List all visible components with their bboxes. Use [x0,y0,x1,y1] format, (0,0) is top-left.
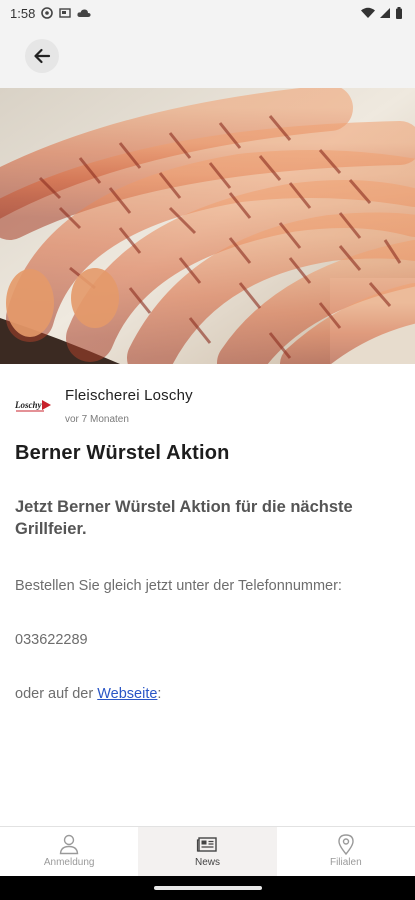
post-lead: Jetzt Berner Würstel Aktion für die näch… [15,498,353,538]
loschy-logo: Loschy [14,400,51,412]
status-left: 1:58 [10,6,91,21]
screenshot-status-icon [59,8,72,18]
website-link[interactable]: Webseite [97,686,157,702]
home-gesture-handle[interactable] [154,886,262,890]
settings-status-icon [41,7,54,19]
app-bar [0,26,415,88]
system-gesture-bar [0,876,415,900]
battery-icon [396,7,402,19]
hero-image [0,88,415,364]
status-bar: 1:58 [0,0,415,26]
status-right [361,7,403,19]
post-paragraph-order: Bestellen Sie gleich jetzt unter der Tel… [15,578,342,594]
post-phone-number[interactable]: 033622289 [15,632,88,648]
newspaper-icon [197,837,218,852]
svg-text:Loschy: Loschy [14,400,43,410]
status-time: 1:58 [10,5,36,21]
cloud-status-icon [77,9,91,17]
bacon-wrapped-sausages-photo [0,88,415,364]
nav-label-filialen: Filialen [329,857,362,868]
person-icon [59,834,79,855]
nav-item-news[interactable]: News [138,827,277,876]
nav-label-anmeldung: Anmeldung [43,857,95,868]
post-time: vor 7 Monaten [65,414,129,425]
author-name: Fleischerei Loschy [65,387,193,404]
post-title: Berner Würstel Aktion [15,442,230,464]
nav-item-anmeldung[interactable]: Anmeldung [0,827,138,876]
post-author: Loschy Fleischerei Loschy vor 7 Monaten [0,382,415,432]
website-suffix: : [157,686,162,702]
signal-icon [380,8,390,18]
back-button[interactable] [25,39,59,73]
post-paragraph-website: oder auf der Webseite: [15,686,161,702]
nav-label-news: News [194,857,220,868]
arrow-left-icon [34,48,51,64]
location-pin-icon [338,834,354,855]
nav-item-filialen[interactable]: Filialen [277,827,415,876]
wifi-icon [361,7,375,18]
screen: 1:58 Loschy Fleischerei Loschy vor 7 Mon… [0,0,415,900]
website-prefix: oder auf der [15,686,98,702]
bottom-navigation: Anmeldung News Filialen [0,826,415,876]
